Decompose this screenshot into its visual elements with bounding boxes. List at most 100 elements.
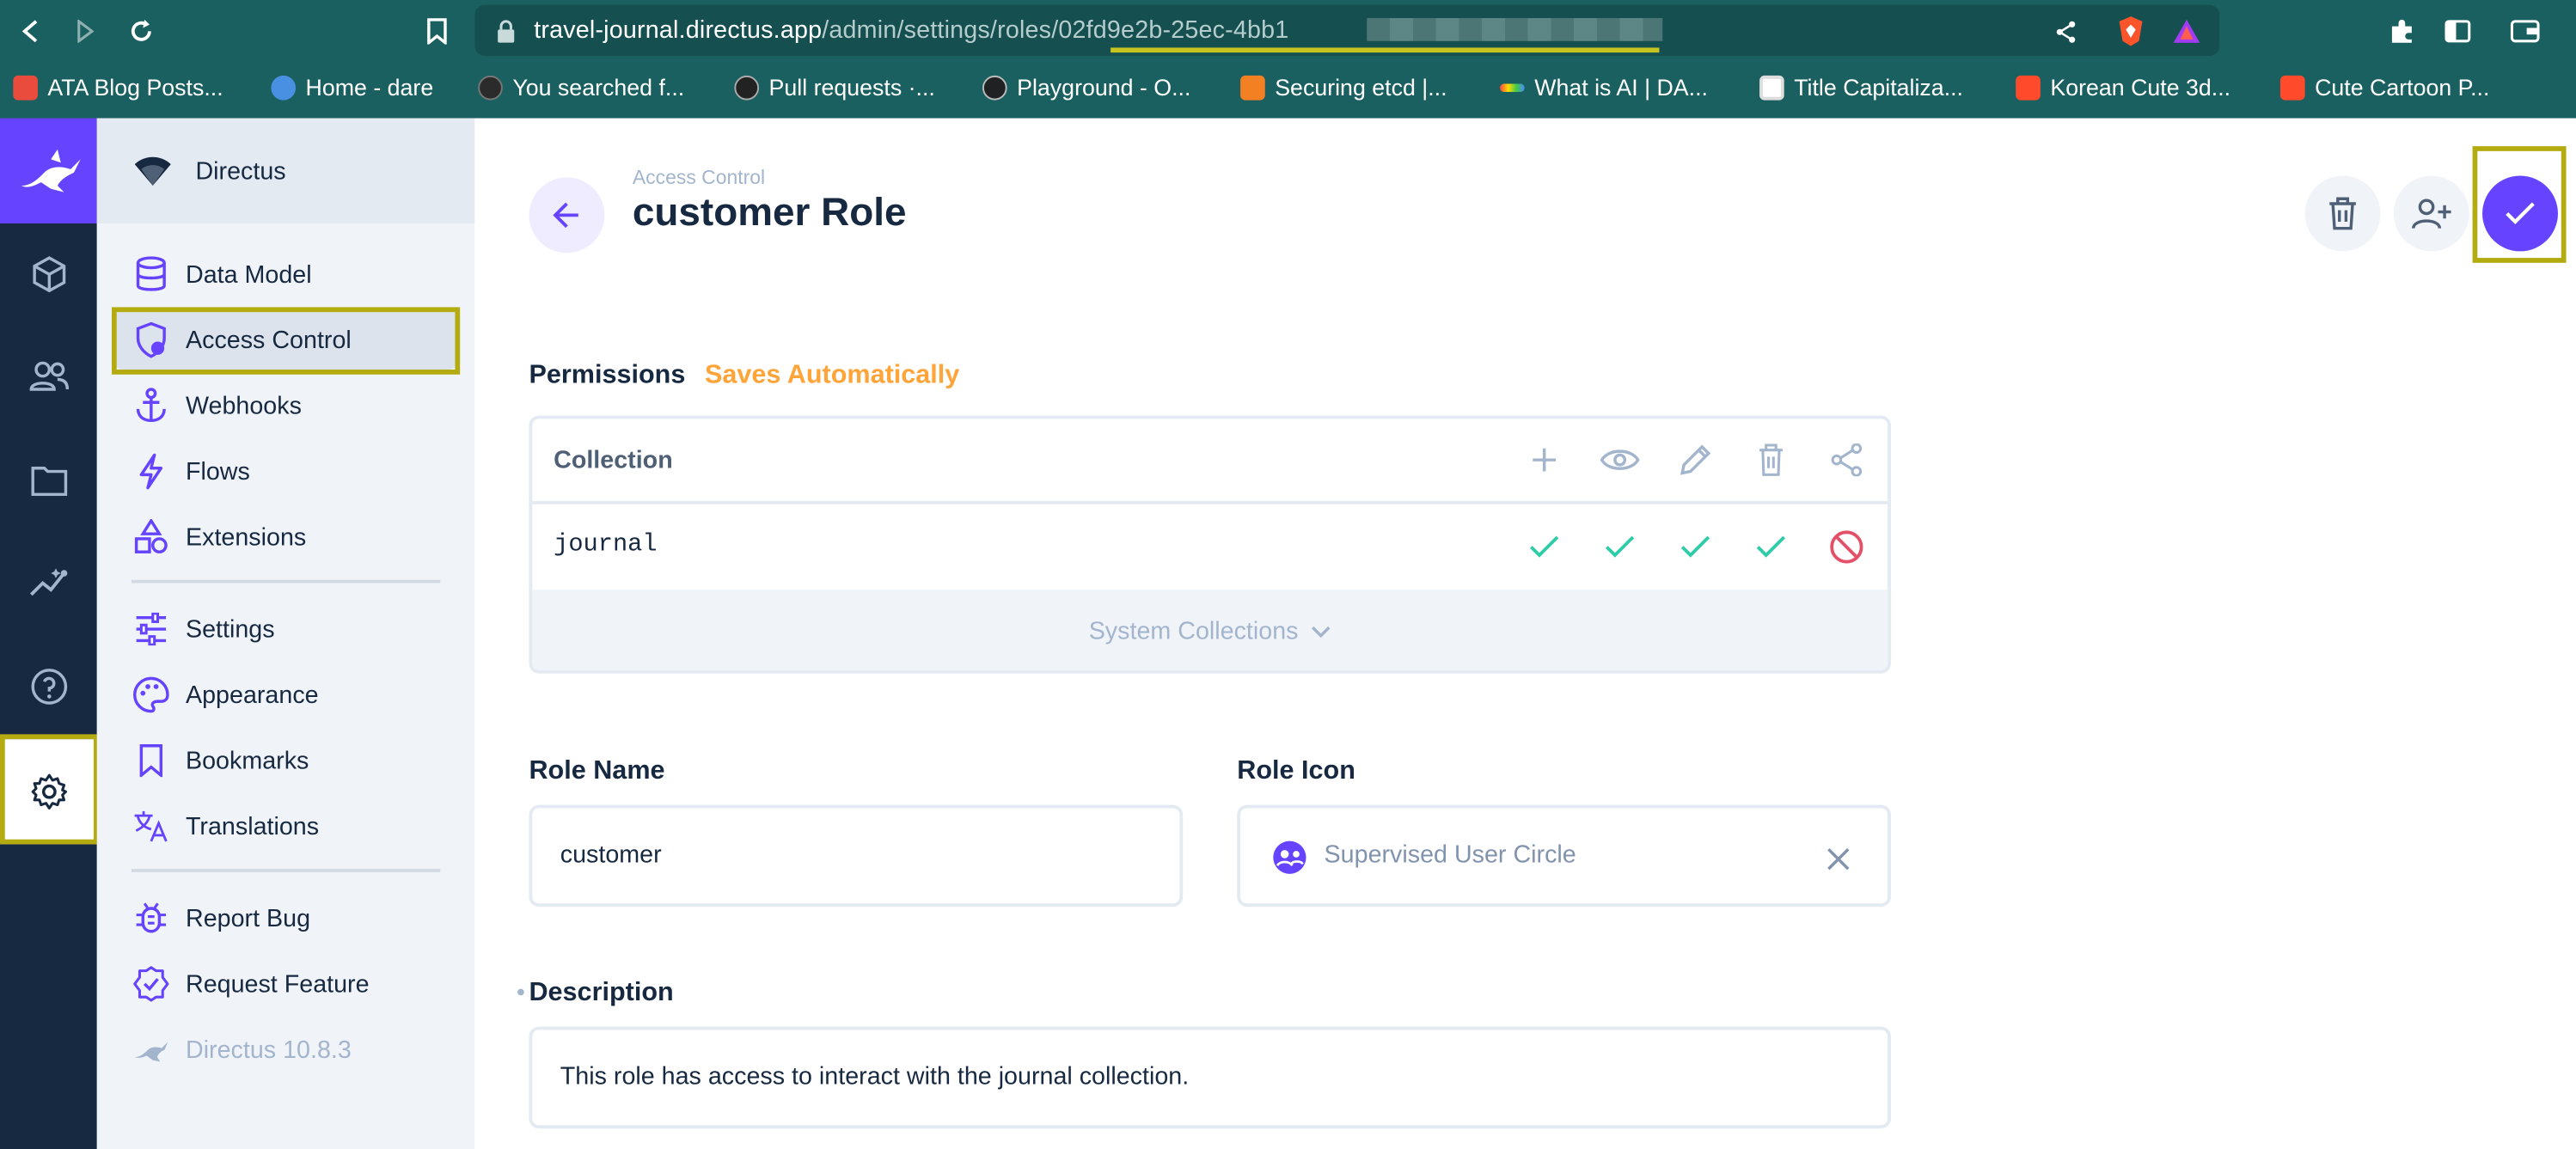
share-permission-toggle[interactable] (1822, 523, 1871, 571)
permissions-table: Collection journal System Collections (529, 415, 1891, 674)
nav-flows[interactable]: Flows (113, 442, 458, 501)
directus-logo[interactable] (0, 118, 97, 223)
person-add-icon (2412, 199, 2451, 229)
brave-shields-icon[interactable] (2109, 9, 2152, 52)
nav-settings[interactable]: Settings (113, 600, 458, 659)
share-page-icon[interactable] (2044, 9, 2087, 52)
rail-content[interactable] (0, 223, 97, 326)
bookmarks-bar: ATA Blog Posts... Home - dare You search… (0, 59, 2576, 115)
bookmark-item[interactable]: Pull requests ·... (734, 72, 935, 101)
update-permission-toggle[interactable] (1671, 523, 1720, 571)
insights-icon (29, 568, 67, 596)
create-permission-header[interactable] (1520, 436, 1569, 485)
bookmark-label: Cute Cartoon P... (2315, 74, 2490, 101)
brave-rewards-icon[interactable] (2165, 9, 2208, 52)
arrow-back-icon (553, 202, 578, 229)
nav-translations[interactable]: Translations (113, 797, 458, 856)
rail-settings[interactable] (0, 739, 97, 845)
bookmark-item[interactable]: You searched f... (478, 72, 684, 101)
bookmark-item[interactable]: Playground - O... (982, 72, 1190, 101)
description-input[interactable]: This role has access to interact with th… (529, 1026, 1891, 1129)
invite-user-button[interactable] (2393, 175, 2469, 252)
category-icon (133, 518, 169, 555)
people-icon (28, 361, 69, 391)
nav-webhooks[interactable]: Webhooks (113, 376, 458, 436)
folder-icon (30, 467, 67, 497)
role-name-label: Role Name (529, 757, 665, 785)
new-releases-icon (133, 966, 169, 1002)
translate-icon (133, 808, 169, 844)
wallet-icon[interactable] (2504, 9, 2547, 52)
rail-files[interactable] (0, 431, 97, 533)
project-header[interactable]: Directus (96, 118, 475, 223)
read-permission-header[interactable] (1595, 436, 1644, 485)
rail-users[interactable] (0, 325, 97, 427)
favicon-icon (2016, 74, 2041, 100)
breadcrumb[interactable]: Access Control (633, 166, 765, 189)
nav-label: Appearance (185, 681, 319, 709)
delete-permission-toggle[interactable] (1747, 523, 1796, 571)
check-icon (1530, 535, 1559, 558)
role-icon-label: Role Icon (1237, 757, 1355, 785)
address-bar[interactable]: travel-journal.directus.app/admin/settin… (474, 4, 2220, 56)
bookmark-item[interactable]: Securing etcd |... (1240, 72, 1447, 101)
nav-bookmarks[interactable]: Bookmarks (113, 731, 458, 791)
delete-role-button[interactable] (2304, 175, 2381, 252)
module-bar (0, 118, 97, 1149)
url-text: travel-journal.directus.app/admin/settin… (534, 16, 1288, 44)
nav-request-feature[interactable]: Request Feature (113, 954, 458, 1013)
project-name: Directus (195, 156, 286, 186)
version-label: Directus 10.8.3 (185, 1036, 352, 1064)
forward-nav-icon[interactable] (64, 9, 107, 52)
nav-extensions[interactable]: Extensions (113, 508, 458, 567)
read-permission-toggle[interactable] (1595, 523, 1644, 571)
extensions-icon[interactable] (2381, 9, 2424, 52)
bookmark-page-icon[interactable] (416, 9, 459, 52)
bookmark-label: Playground - O... (1017, 74, 1191, 101)
add-icon (1533, 448, 1557, 472)
bookmark-item[interactable]: Korean Cute 3d... (2016, 72, 2230, 101)
url-redacted (1367, 18, 1663, 41)
field-indicator-dot (517, 988, 524, 996)
nav-label: Flows (185, 457, 250, 486)
create-permission-toggle[interactable] (1520, 523, 1569, 571)
bookmark-label: Pull requests ·... (768, 74, 935, 101)
directus-rabbit-icon (133, 1031, 169, 1067)
check-icon (2506, 202, 2535, 225)
bookmark-label: Title Capitaliza... (1794, 74, 1964, 101)
bookmark-item[interactable]: What is AI | DA... (1500, 72, 1708, 101)
back-nav-icon[interactable] (9, 9, 52, 52)
rail-help[interactable] (0, 636, 97, 738)
nav-appearance[interactable]: Appearance (113, 665, 458, 724)
favicon-icon (2279, 74, 2305, 100)
bookmark-item[interactable]: Home - dare (271, 72, 433, 101)
bookmark-item[interactable]: Title Capitaliza... (1759, 72, 1963, 101)
clear-icon-button[interactable] (1819, 840, 1858, 879)
reload-icon[interactable] (120, 9, 163, 52)
nav-report-bug[interactable]: Report Bug (113, 889, 458, 948)
close-icon (1827, 847, 1850, 871)
back-button[interactable] (529, 177, 605, 254)
permissions-header: Collection (532, 419, 1888, 504)
bookmark-item[interactable]: Cute Cartoon P... (2279, 72, 2490, 101)
bookmark-label: Securing etcd |... (1275, 74, 1447, 101)
save-button[interactable] (2482, 175, 2558, 252)
update-permission-header[interactable] (1671, 436, 1720, 485)
url-host: travel-journal.directus.app (534, 16, 823, 45)
rail-insights[interactable] (0, 532, 97, 634)
description-value: This role has access to interact with th… (560, 1062, 1190, 1091)
help-icon (30, 669, 67, 705)
nav-label: Report Bug (185, 904, 311, 932)
delete-permission-header[interactable] (1747, 436, 1796, 485)
nav-data-model[interactable]: Data Model (113, 245, 458, 304)
role-name-input[interactable]: customer (529, 804, 1184, 908)
bookmark-item[interactable]: ATA Blog Posts... (13, 72, 223, 101)
database-icon (133, 256, 169, 292)
system-collections-toggle[interactable]: System Collections (532, 590, 1888, 670)
nav-access-control[interactable]: Access Control (113, 310, 459, 370)
sidebar-toggle-icon[interactable] (2437, 9, 2480, 52)
bookmark-label: What is AI | DA... (1534, 74, 1708, 101)
role-icon-select[interactable]: Supervised User Circle (1237, 804, 1891, 908)
bolt-icon (133, 453, 169, 490)
share-permission-header[interactable] (1822, 436, 1871, 485)
